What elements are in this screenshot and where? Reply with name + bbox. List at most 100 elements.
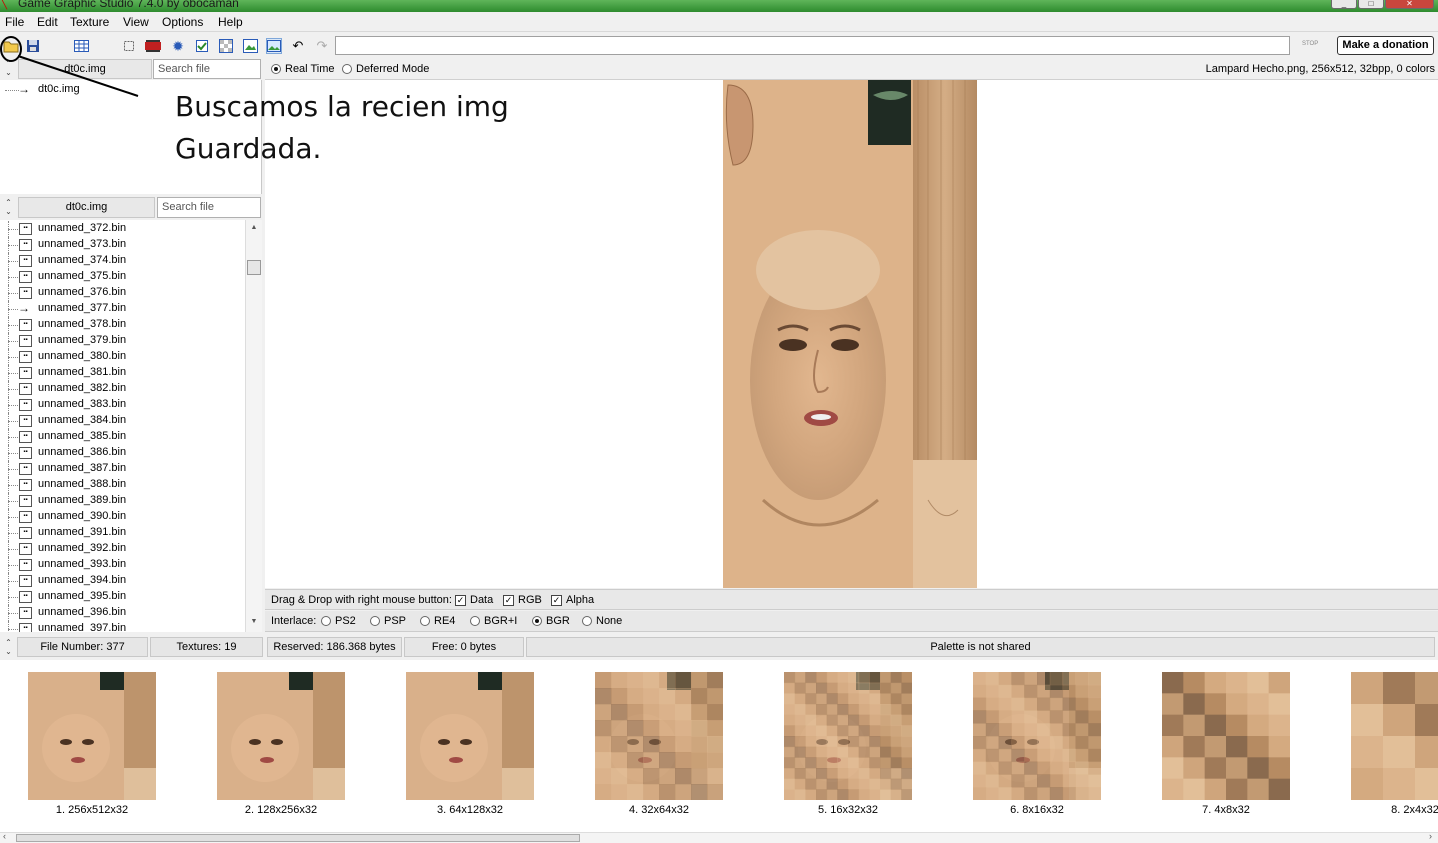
interlace-psp[interactable]: PSP — [370, 615, 406, 627]
file-label: unnamed_383.bin — [38, 398, 127, 410]
mipmap-thumbnail[interactable] — [1351, 672, 1438, 800]
tree-connector — [8, 309, 18, 310]
list-item[interactable]: ▪▪ unnamed_394.bin — [0, 573, 245, 589]
list-item[interactable]: ▪▪ unnamed_380.bin — [0, 349, 245, 365]
interlace-bgr-radio[interactable] — [532, 616, 542, 627]
menu-edit[interactable]: Edit — [37, 15, 58, 29]
tree-connector — [8, 357, 18, 358]
list-item[interactable]: ▪▪ unnamed_373.bin — [0, 237, 245, 253]
interlace-none-radio[interactable] — [582, 616, 592, 627]
file-search-input[interactable]: Search file — [157, 197, 261, 218]
list-item[interactable]: ▪▪ unnamed_385.bin — [0, 429, 245, 445]
file-panel-header[interactable]: dt0c.img — [18, 197, 155, 218]
mipmap-thumbnail[interactable] — [784, 672, 912, 800]
mipmap-scroll-thumb[interactable] — [16, 834, 580, 842]
interlace-bgri-radio[interactable] — [470, 616, 480, 627]
file-label: unnamed_395.bin — [38, 590, 127, 602]
minimize-button[interactable]: _ — [1331, 0, 1357, 9]
scroll-left-icon[interactable]: ‹ — [3, 831, 6, 841]
data-checkbox[interactable]: ✓ — [455, 594, 466, 606]
interlace-none[interactable]: None — [582, 615, 622, 627]
list-item[interactable]: ▪▪ unnamed_384.bin — [0, 413, 245, 429]
transparency-icon[interactable] — [218, 38, 234, 54]
path-input[interactable] — [335, 36, 1290, 55]
image-icon[interactable] — [266, 38, 282, 54]
list-item[interactable]: ▪▪ unnamed_390.bin — [0, 509, 245, 525]
list-item[interactable]: ▪▪ unnamed_396.bin — [0, 605, 245, 621]
list-item[interactable]: ▪▪ unnamed_386.bin — [0, 445, 245, 461]
menu-view[interactable]: View — [123, 15, 149, 29]
alpha-option[interactable]: ✓ Alpha — [551, 594, 594, 606]
undo-icon[interactable]: ↶ — [290, 38, 306, 54]
deferred-mode-option[interactable]: Deferred Mode — [342, 63, 429, 75]
rgb-option[interactable]: ✓ RGB — [503, 594, 542, 606]
file-panel-updown[interactable]: ⌃ ⌄ — [0, 198, 17, 216]
maximize-button[interactable]: □ — [1358, 0, 1384, 9]
list-item[interactable]: ▪▪ unnamed_397.bin — [0, 621, 245, 632]
scroll-thumb[interactable] — [247, 260, 261, 275]
file-label: unnamed_376.bin — [38, 286, 127, 298]
mipmap-thumbnail[interactable] — [28, 672, 156, 800]
mipmap-scrollbar[interactable]: ‹ › — [0, 831, 1438, 843]
list-item[interactable]: ▪▪ unnamed_375.bin — [0, 269, 245, 285]
mipmap-thumbnail[interactable] — [595, 672, 723, 800]
scroll-right-icon[interactable]: › — [1429, 831, 1432, 841]
menu-options[interactable]: Options — [162, 15, 203, 29]
real-time-option[interactable]: Real Time — [271, 63, 335, 75]
status-updown[interactable]: ⌃ ⌄ — [0, 638, 17, 656]
deferred-mode-radio[interactable] — [342, 64, 352, 75]
close-button[interactable]: ✕ — [1385, 0, 1434, 9]
interlace-bgri[interactable]: BGR+I — [470, 615, 517, 627]
list-item[interactable]: ▪▪ unnamed_376.bin — [0, 285, 245, 301]
list-item[interactable]: ▪▪ unnamed_388.bin — [0, 477, 245, 493]
list-item[interactable]: ▪▪ unnamed_393.bin — [0, 557, 245, 573]
list-item[interactable]: ▪▪ unnamed_372.bin — [0, 221, 245, 237]
mipmap-thumbnail[interactable] — [973, 672, 1101, 800]
list-item[interactable]: ▪▪ unnamed_374.bin — [0, 253, 245, 269]
mipmap-thumbnail[interactable] — [1162, 672, 1290, 800]
menu-help[interactable]: Help — [218, 15, 243, 29]
stop-button[interactable]: STOP — [1302, 41, 1318, 47]
scroll-down-icon[interactable]: ▼ — [246, 618, 262, 625]
data-option[interactable]: ✓ Data — [455, 594, 493, 606]
check-icon[interactable] — [194, 38, 210, 54]
fit-image-icon[interactable] — [242, 38, 258, 54]
menu-file[interactable]: File — [5, 15, 24, 29]
interlace-ps2-radio[interactable] — [321, 616, 331, 627]
top-search-input[interactable]: Search file — [153, 59, 261, 79]
scroll-up-icon[interactable]: ▲ — [246, 224, 262, 231]
mipmap-caption: 4. 32x64x32 — [629, 804, 689, 816]
real-time-radio[interactable] — [271, 64, 281, 75]
list-item[interactable]: → unnamed_377.bin — [0, 301, 245, 317]
tree-connector — [8, 245, 18, 246]
menu-texture[interactable]: Texture — [70, 15, 109, 29]
alpha-checkbox[interactable]: ✓ — [551, 594, 562, 606]
mipmap-thumbnail[interactable] — [406, 672, 534, 800]
rgb-checkbox[interactable]: ✓ — [503, 594, 514, 606]
list-item[interactable]: ▪▪ unnamed_381.bin — [0, 365, 245, 381]
interlace-re4-radio[interactable] — [420, 616, 430, 627]
file-list-scrollbar[interactable]: ▲ ▼ — [245, 220, 262, 632]
list-item[interactable]: ▪▪ unnamed_382.bin — [0, 381, 245, 397]
list-item[interactable]: ▪▪ unnamed_391.bin — [0, 525, 245, 541]
list-item[interactable]: ▪▪ unnamed_392.bin — [0, 541, 245, 557]
interlace-label: Interlace: — [271, 615, 317, 627]
list-item[interactable]: ▪▪ unnamed_387.bin — [0, 461, 245, 477]
redo-icon[interactable]: ↷ — [314, 38, 330, 54]
list-item[interactable]: ▪▪ unnamed_379.bin — [0, 333, 245, 349]
mipmap-thumbnail[interactable] — [217, 672, 345, 800]
film-icon[interactable] — [145, 38, 161, 54]
list-item[interactable]: ▪▪ unnamed_395.bin — [0, 589, 245, 605]
interlace-psp-radio[interactable] — [370, 616, 380, 627]
gear-icon[interactable]: ✹ — [170, 38, 186, 54]
file-label: unnamed_379.bin — [38, 334, 127, 346]
file-label: unnamed_391.bin — [38, 526, 127, 538]
list-item[interactable]: ▪▪ unnamed_383.bin — [0, 397, 245, 413]
donation-button[interactable]: Make a donation — [1337, 36, 1434, 55]
list-item[interactable]: ▪▪ unnamed_378.bin — [0, 317, 245, 333]
interlace-ps2[interactable]: PS2 — [321, 615, 356, 627]
tree-connector — [8, 421, 18, 422]
interlace-bgr[interactable]: BGR — [532, 615, 570, 627]
interlace-re4[interactable]: RE4 — [420, 615, 455, 627]
list-item[interactable]: ▪▪ unnamed_389.bin — [0, 493, 245, 509]
